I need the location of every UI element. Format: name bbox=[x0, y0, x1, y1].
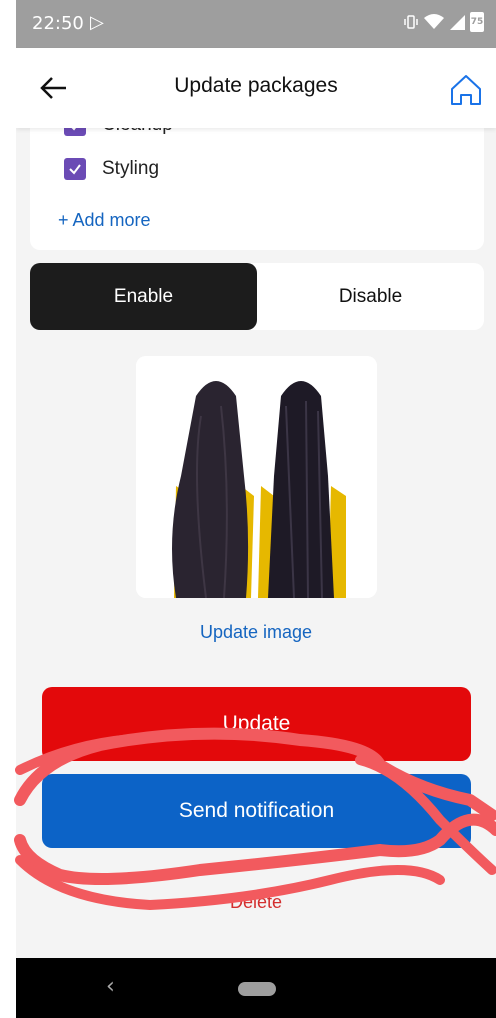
checkbox-checked-icon[interactable] bbox=[64, 158, 86, 180]
status-bar: 22:50 ▷ 75 bbox=[16, 0, 496, 48]
nav-back-icon[interactable]: ‹ bbox=[106, 974, 115, 999]
checklist-item-styling[interactable]: Styling bbox=[64, 158, 159, 180]
send-notification-button[interactable]: Send notification bbox=[42, 774, 471, 848]
wifi-icon bbox=[424, 14, 444, 29]
update-button[interactable]: Update bbox=[42, 687, 471, 761]
update-image-link[interactable]: Update image bbox=[16, 622, 496, 643]
play-store-icon: ▷ bbox=[90, 12, 104, 33]
vibrate-icon bbox=[404, 15, 418, 29]
phone-screen: 22:50 ▷ 75 Cleanup bbox=[16, 0, 496, 1018]
toggle-enable[interactable]: Enable bbox=[30, 263, 257, 330]
package-image bbox=[136, 356, 377, 598]
checklist-label: Styling bbox=[102, 158, 160, 179]
nav-home-pill[interactable] bbox=[238, 982, 276, 996]
app-bar: Update packages bbox=[16, 48, 496, 128]
hair-image bbox=[136, 356, 377, 598]
status-toggle: Enable Disable bbox=[30, 263, 484, 330]
status-time: 22:50 bbox=[32, 13, 84, 34]
delete-link[interactable]: Delete bbox=[16, 892, 496, 913]
battery-icon: 75 bbox=[470, 12, 484, 32]
page-title: Update packages bbox=[174, 74, 338, 97]
system-nav-bar: ‹ bbox=[16, 958, 496, 1018]
toggle-disable[interactable]: Disable bbox=[257, 263, 484, 330]
signal-icon bbox=[450, 15, 465, 30]
add-more-link[interactable]: + Add more bbox=[58, 210, 151, 231]
home-icon[interactable] bbox=[446, 70, 486, 110]
status-icons: 75 bbox=[402, 12, 484, 32]
